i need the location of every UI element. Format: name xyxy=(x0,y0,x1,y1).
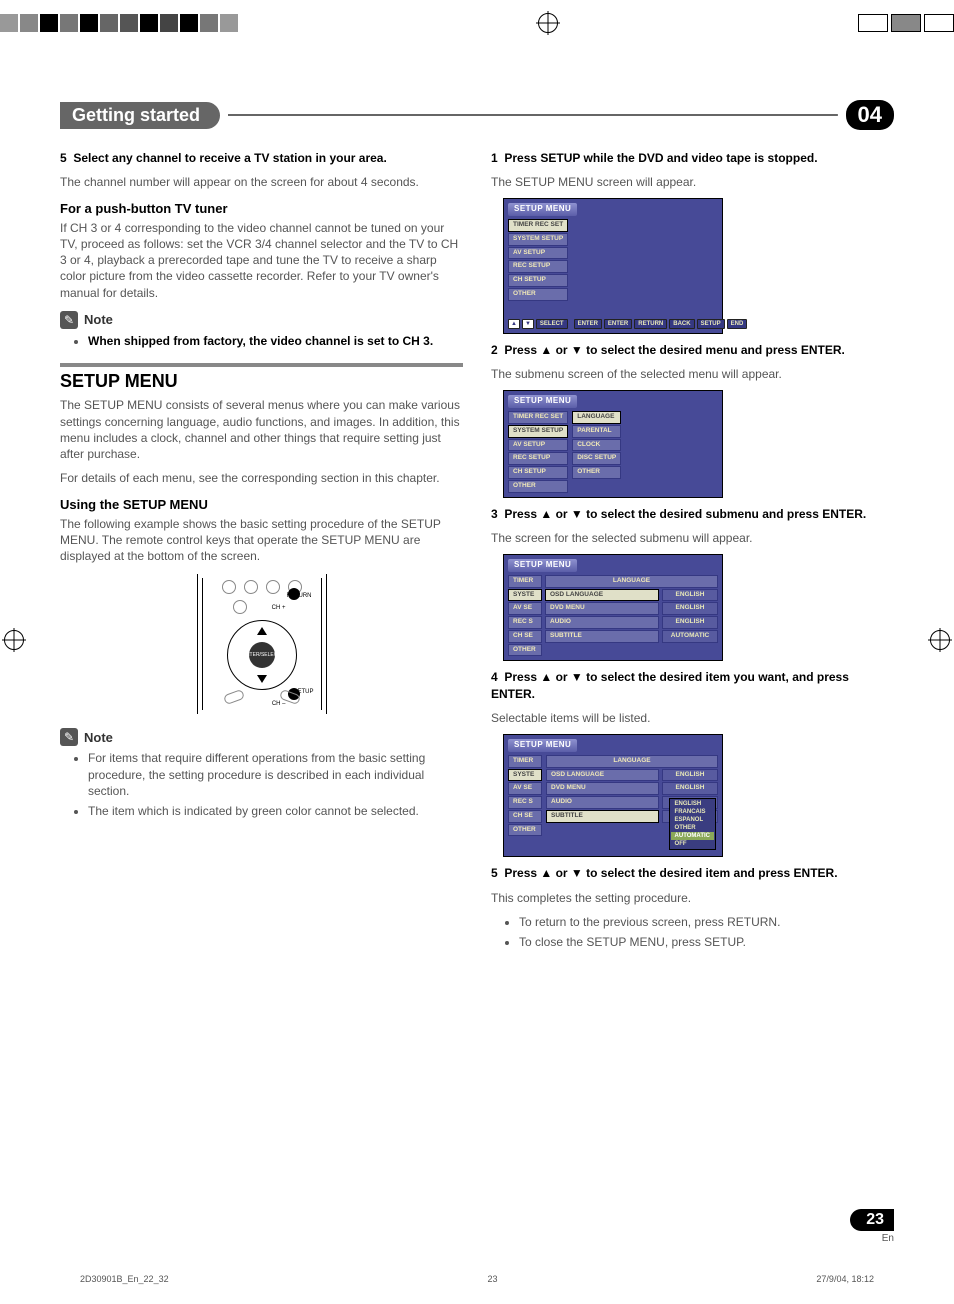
note-icon: ✎ xyxy=(60,728,78,746)
print-timestamp: 27/9/04, 18:12 xyxy=(816,1274,874,1284)
r-step5-b2: To close the SETUP MENU, press SETUP. xyxy=(519,934,894,950)
r-step2-title: 2 Press ▲ or ▼ to select the desired men… xyxy=(491,342,894,358)
osd1-hints: ▲▼SELECT ENTERENTER RETURNBACK SETUPEND xyxy=(508,319,718,329)
remote-ch-plus-label: CH + xyxy=(272,604,286,612)
remote-up-icon xyxy=(257,627,267,635)
step-5-body: The channel number will appear on the sc… xyxy=(60,174,463,190)
r-step4-body: Selectable items will be listed. xyxy=(491,710,894,726)
print-footer: 2D30901B_En_22_32 23 27/9/04, 18:12 xyxy=(80,1274,874,1284)
registration-crosshair-icon xyxy=(538,13,558,33)
r-step5-b1: To return to the previous screen, press … xyxy=(519,914,894,930)
remote-ch-minus-label: CH – xyxy=(272,700,286,708)
push-tuner-heading: For a push-button TV tuner xyxy=(60,200,463,218)
registration-top xyxy=(0,10,954,35)
chapter-number: 04 xyxy=(846,100,894,130)
r-step4-title: 4 Press ▲ or ▼ to select the desired ite… xyxy=(491,669,894,701)
using-setup-heading: Using the SETUP MENU xyxy=(60,496,463,514)
osd-screen-3: SETUP MENU TIMER SYSTE AV SE REC S CH SE… xyxy=(503,554,723,661)
page-footer: 23 En xyxy=(850,1209,894,1244)
setup-menu-heading: SETUP MENU xyxy=(60,363,463,393)
note-1-label: Note xyxy=(84,311,113,329)
remote-illustration: RETURN CH + ENTER/SELECT SETUP CH – xyxy=(60,574,463,714)
remote-return-button xyxy=(288,588,300,600)
osd-screen-4: SETUP MENU TIMER SYSTE AV SE REC S CH SE… xyxy=(503,734,723,857)
osd1-title: SETUP MENU xyxy=(508,203,577,216)
osd-screen-1: SETUP MENU TIMER REC SET SYSTEM SETUP AV… xyxy=(503,198,723,333)
registration-left-icon xyxy=(4,630,24,650)
note-1-bullet: When shipped from factory, the video cha… xyxy=(88,334,433,348)
osd1-item: TIMER REC SET xyxy=(508,219,568,232)
remote-down-icon xyxy=(257,675,267,683)
right-column: 1 Press SETUP while the DVD and video ta… xyxy=(491,150,894,954)
note-1-list: When shipped from factory, the video cha… xyxy=(88,333,463,349)
chapter-tab: Getting started xyxy=(60,102,220,129)
note-1-header: ✎ Note xyxy=(60,311,463,329)
note-2-list: For items that require different operati… xyxy=(88,750,463,819)
setup-menu-p2: For details of each menu, see the corres… xyxy=(60,470,463,486)
print-file: 2D30901B_En_22_32 xyxy=(80,1274,169,1284)
r-step5-body: This completes the setting procedure. xyxy=(491,890,894,906)
page-number: 23 xyxy=(850,1209,894,1231)
r-step3-title: 3 Press ▲ or ▼ to select the desired sub… xyxy=(491,506,894,522)
remote-dpad: ENTER/SELECT xyxy=(227,620,297,690)
push-tuner-body: If CH 3 or 4 corresponding to the video … xyxy=(60,220,463,301)
chapter-header: Getting started 04 xyxy=(60,100,894,130)
r-step1-title: 1 Press SETUP while the DVD and video ta… xyxy=(491,150,894,166)
registration-right-icon xyxy=(930,630,950,650)
r-step1-body: The SETUP MENU screen will appear. xyxy=(491,174,894,190)
osd-screen-2: SETUP MENU TIMER REC SET SYSTEM SETUP AV… xyxy=(503,390,723,497)
chapter-rule xyxy=(228,114,838,116)
print-page: 23 xyxy=(488,1274,498,1284)
reg-rects-right xyxy=(858,14,954,32)
remote-enter-button: ENTER/SELECT xyxy=(249,642,275,668)
note-2-label: Note xyxy=(84,729,113,747)
r-step3-body: The screen for the selected submenu will… xyxy=(491,530,894,546)
using-setup-body: The following example shows the basic se… xyxy=(60,516,463,565)
r-step2-body: The submenu screen of the selected menu … xyxy=(491,366,894,382)
reg-grayscale-left xyxy=(0,14,238,32)
setup-menu-p1: The SETUP MENU consists of several menus… xyxy=(60,397,463,462)
r-step5-title: 5 Press ▲ or ▼ to select the desired ite… xyxy=(491,865,894,881)
note-2-b2: The item which is indicated by green col… xyxy=(88,803,463,819)
note-2-header: ✎ Note xyxy=(60,728,463,746)
page-lang: En xyxy=(850,1233,894,1244)
step-5-title: 5 Select any channel to receive a TV sta… xyxy=(60,150,463,166)
note-icon: ✎ xyxy=(60,311,78,329)
osd4-popup: ENGLISH FRANCAIS ESPANOL OTHER AUTOMATIC… xyxy=(669,798,716,851)
note-2-b1: For items that require different operati… xyxy=(88,750,463,799)
r-step5-list: To return to the previous screen, press … xyxy=(519,914,894,950)
left-column: 5 Select any channel to receive a TV sta… xyxy=(60,150,463,954)
